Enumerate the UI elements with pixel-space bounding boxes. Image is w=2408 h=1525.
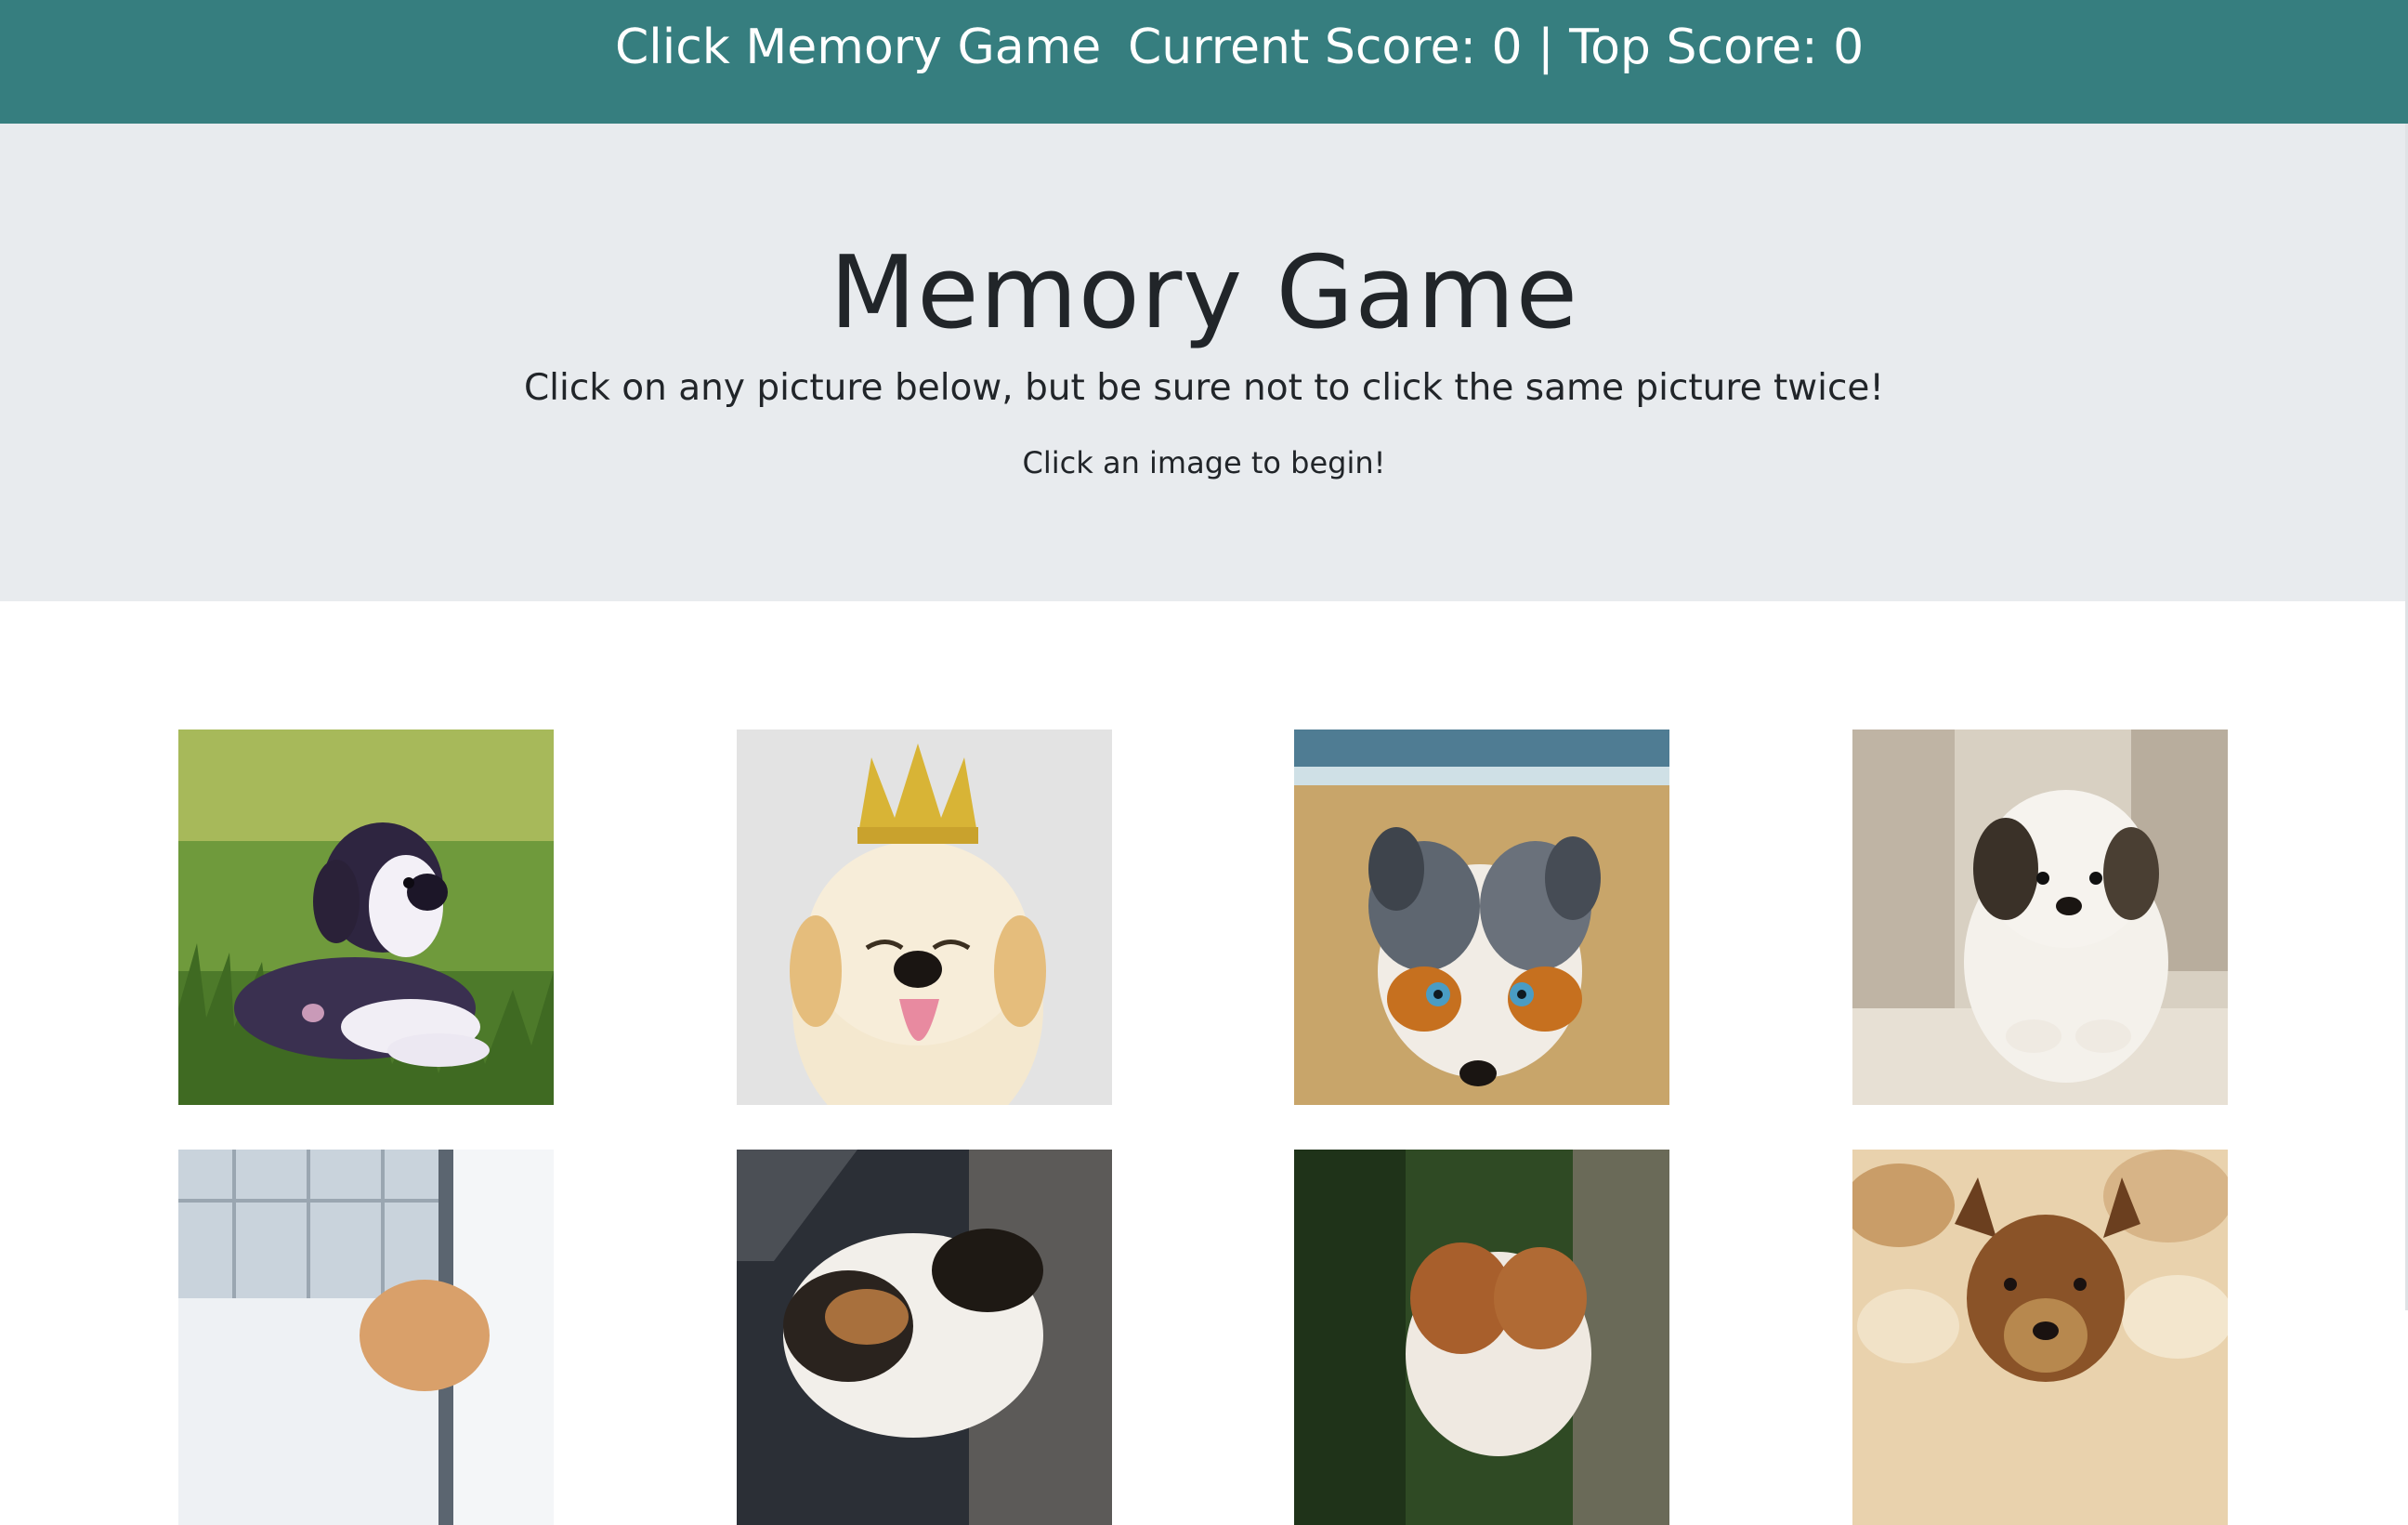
puppy-image-8[interactable] [1852, 1150, 2228, 1525]
page-title: Memory Game [829, 235, 1579, 351]
puppy-window-image [178, 1150, 554, 1525]
puppy-crown-image [737, 730, 1112, 1105]
puppy-rocks-image [1852, 1150, 2228, 1525]
hero-banner: Memory Game Click on any picture below, … [0, 124, 2408, 601]
puppy-green-image [1294, 1150, 1669, 1525]
score-display: Current Score: 0 | Top Score: 0 [1128, 20, 1865, 75]
brand-link[interactable]: Click Memory Game [615, 17, 1101, 78]
status-message: Click an image to begin! [1022, 445, 1386, 480]
puppy-blanket-image [1852, 730, 2228, 1105]
puppy-image-7[interactable] [1294, 1150, 1669, 1525]
puppy-image-3[interactable] [1294, 730, 1669, 1105]
puppy-image-1[interactable] [178, 730, 554, 1105]
puppy-image-2[interactable] [737, 730, 1112, 1105]
puppy-beach-image [1294, 730, 1669, 1105]
puppy-grass-image [178, 730, 554, 1105]
puppy-image-6[interactable] [737, 1150, 1112, 1525]
puppy-tricolor-image [737, 1150, 1112, 1525]
navbar: Click Memory Game Current Score: 0 | Top… [0, 0, 2408, 124]
puppy-image-4[interactable] [1852, 730, 2228, 1105]
puppy-image-5[interactable] [178, 1150, 554, 1525]
instructions-text: Click on any picture below, but be sure … [523, 367, 1885, 409]
